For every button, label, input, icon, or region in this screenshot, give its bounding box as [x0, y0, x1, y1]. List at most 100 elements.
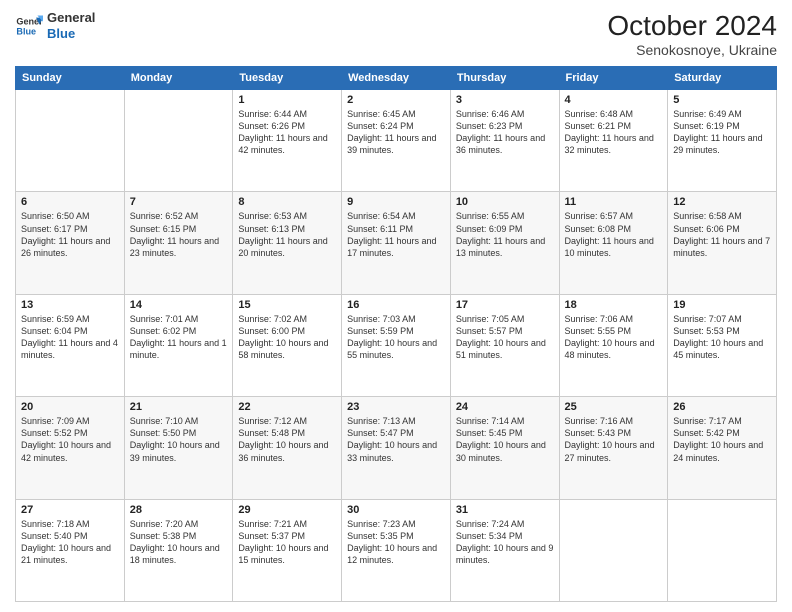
day-number: 9	[347, 196, 445, 208]
day-number: 20	[21, 401, 119, 413]
table-row: 10 Sunrise: 6:55 AM Sunset: 6:09 PM Dayli…	[450, 192, 559, 294]
table-row: 31 Sunrise: 7:24 AM Sunset: 5:34 PM Dayli…	[450, 499, 559, 601]
day-number: 27	[21, 504, 119, 516]
table-row: 21 Sunrise: 7:10 AM Sunset: 5:50 PM Dayli…	[124, 397, 233, 499]
calendar-week-0: 1Sunrise: 6:44 AM Sunset: 6:26 PM Daylig…	[16, 90, 777, 192]
day-number: 4	[565, 94, 663, 106]
table-row: 26Sunrise: 7:17 AM Sunset: 5:42 PM Dayli…	[668, 397, 777, 499]
day-number: 25	[565, 401, 663, 413]
day-info: Sunrise: 7:21 AM Sunset: 5:37 PM Dayligh…	[238, 518, 336, 567]
table-row	[124, 90, 233, 192]
day-number: 13	[21, 299, 119, 311]
table-row: 4Sunrise: 6:48 AM Sunset: 6:21 PM Daylig…	[559, 90, 668, 192]
header-monday: Monday	[124, 67, 233, 90]
day-info: Sunrise: 6:50 AM Sunset: 6:17 PM Dayligh…	[21, 210, 119, 259]
header-friday: Friday	[559, 67, 668, 90]
svg-text:Blue: Blue	[16, 26, 36, 36]
day-info: Sunrise: 7:24 AM Sunset: 5:34 PM Dayligh…	[456, 518, 554, 567]
calendar-week-1: 6 Sunrise: 6:50 AM Sunset: 6:17 PM Daylig…	[16, 192, 777, 294]
table-row: 23 Sunrise: 7:13 AM Sunset: 5:47 PM Dayli…	[342, 397, 451, 499]
day-info: Sunrise: 6:55 AM Sunset: 6:09 PM Dayligh…	[456, 210, 554, 259]
calendar-table: Sunday Monday Tuesday Wednesday Thursday…	[15, 66, 777, 602]
location-title: Senokosnoye, Ukraine	[607, 42, 777, 58]
table-row: 27 Sunrise: 7:18 AM Sunset: 5:40 PM Dayli…	[16, 499, 125, 601]
table-row: 2 Sunrise: 6:45 AM Sunset: 6:24 PM Daylig…	[342, 90, 451, 192]
table-row	[668, 499, 777, 601]
day-info: Sunrise: 7:05 AM Sunset: 5:57 PM Dayligh…	[456, 313, 554, 362]
day-info: Sunrise: 6:58 AM Sunset: 6:06 PM Dayligh…	[673, 210, 771, 259]
title-block: October 2024 Senokosnoye, Ukraine	[607, 10, 777, 58]
day-number: 31	[456, 504, 554, 516]
day-number: 6	[21, 196, 119, 208]
table-row: 22Sunrise: 7:12 AM Sunset: 5:48 PM Dayli…	[233, 397, 342, 499]
table-row	[16, 90, 125, 192]
day-info: Sunrise: 6:45 AM Sunset: 6:24 PM Dayligh…	[347, 108, 445, 157]
table-row: 18 Sunrise: 7:06 AM Sunset: 5:55 PM Dayli…	[559, 294, 668, 396]
month-title: October 2024	[607, 10, 777, 42]
header-wednesday: Wednesday	[342, 67, 451, 90]
day-number: 8	[238, 196, 336, 208]
day-info: Sunrise: 7:10 AM Sunset: 5:50 PM Dayligh…	[130, 415, 228, 464]
day-number: 18	[565, 299, 663, 311]
logo: General Blue GeneralBlue	[15, 10, 95, 41]
calendar-header-row: Sunday Monday Tuesday Wednesday Thursday…	[16, 67, 777, 90]
day-number: 10	[456, 196, 554, 208]
table-row: 14Sunrise: 7:01 AM Sunset: 6:02 PM Dayli…	[124, 294, 233, 396]
day-info: Sunrise: 7:07 AM Sunset: 5:53 PM Dayligh…	[673, 313, 771, 362]
table-row: 3 Sunrise: 6:46 AM Sunset: 6:23 PM Daylig…	[450, 90, 559, 192]
table-row: 12 Sunrise: 6:58 AM Sunset: 6:06 PM Dayli…	[668, 192, 777, 294]
day-info: Sunrise: 7:01 AM Sunset: 6:02 PM Dayligh…	[130, 313, 228, 362]
calendar-week-3: 20 Sunrise: 7:09 AM Sunset: 5:52 PM Dayli…	[16, 397, 777, 499]
header-saturday: Saturday	[668, 67, 777, 90]
day-info: Sunrise: 7:23 AM Sunset: 5:35 PM Dayligh…	[347, 518, 445, 567]
day-number: 2	[347, 94, 445, 106]
table-row: 1Sunrise: 6:44 AM Sunset: 6:26 PM Daylig…	[233, 90, 342, 192]
day-info: Sunrise: 7:16 AM Sunset: 5:43 PM Dayligh…	[565, 415, 663, 464]
table-row: 7 Sunrise: 6:52 AM Sunset: 6:15 PM Daylig…	[124, 192, 233, 294]
day-number: 3	[456, 94, 554, 106]
day-number: 7	[130, 196, 228, 208]
header-thursday: Thursday	[450, 67, 559, 90]
table-row: 28 Sunrise: 7:20 AM Sunset: 5:38 PM Dayli…	[124, 499, 233, 601]
table-row	[559, 499, 668, 601]
day-number: 24	[456, 401, 554, 413]
table-row: 16 Sunrise: 7:03 AM Sunset: 5:59 PM Dayli…	[342, 294, 451, 396]
day-number: 11	[565, 196, 663, 208]
table-row: 15Sunrise: 7:02 AM Sunset: 6:00 PM Dayli…	[233, 294, 342, 396]
day-number: 19	[673, 299, 771, 311]
day-info: Sunrise: 6:59 AM Sunset: 6:04 PM Dayligh…	[21, 313, 119, 362]
day-info: Sunrise: 7:09 AM Sunset: 5:52 PM Dayligh…	[21, 415, 119, 464]
table-row: 30 Sunrise: 7:23 AM Sunset: 5:35 PM Dayli…	[342, 499, 451, 601]
day-info: Sunrise: 7:18 AM Sunset: 5:40 PM Dayligh…	[21, 518, 119, 567]
day-info: Sunrise: 6:52 AM Sunset: 6:15 PM Dayligh…	[130, 210, 228, 259]
day-info: Sunrise: 7:17 AM Sunset: 5:42 PM Dayligh…	[673, 415, 771, 464]
table-row: 6 Sunrise: 6:50 AM Sunset: 6:17 PM Daylig…	[16, 192, 125, 294]
day-number: 12	[673, 196, 771, 208]
day-number: 30	[347, 504, 445, 516]
table-row: 5Sunrise: 6:49 AM Sunset: 6:19 PM Daylig…	[668, 90, 777, 192]
day-number: 16	[347, 299, 445, 311]
day-info: Sunrise: 6:54 AM Sunset: 6:11 PM Dayligh…	[347, 210, 445, 259]
calendar-week-2: 13 Sunrise: 6:59 AM Sunset: 6:04 PM Dayli…	[16, 294, 777, 396]
day-info: Sunrise: 6:44 AM Sunset: 6:26 PM Dayligh…	[238, 108, 336, 157]
table-row: 29 Sunrise: 7:21 AM Sunset: 5:37 PM Dayli…	[233, 499, 342, 601]
table-row: 24Sunrise: 7:14 AM Sunset: 5:45 PM Dayli…	[450, 397, 559, 499]
day-number: 23	[347, 401, 445, 413]
logo-text: GeneralBlue	[47, 10, 95, 41]
logo-icon: General Blue	[15, 12, 43, 40]
table-row: 19 Sunrise: 7:07 AM Sunset: 5:53 PM Dayli…	[668, 294, 777, 396]
table-row: 20 Sunrise: 7:09 AM Sunset: 5:52 PM Dayli…	[16, 397, 125, 499]
day-info: Sunrise: 6:57 AM Sunset: 6:08 PM Dayligh…	[565, 210, 663, 259]
day-number: 28	[130, 504, 228, 516]
day-number: 21	[130, 401, 228, 413]
table-row: 8 Sunrise: 6:53 AM Sunset: 6:13 PM Daylig…	[233, 192, 342, 294]
day-number: 29	[238, 504, 336, 516]
calendar-week-4: 27 Sunrise: 7:18 AM Sunset: 5:40 PM Dayli…	[16, 499, 777, 601]
day-info: Sunrise: 7:20 AM Sunset: 5:38 PM Dayligh…	[130, 518, 228, 567]
day-number: 15	[238, 299, 336, 311]
day-info: Sunrise: 7:06 AM Sunset: 5:55 PM Dayligh…	[565, 313, 663, 362]
day-info: Sunrise: 7:03 AM Sunset: 5:59 PM Dayligh…	[347, 313, 445, 362]
day-info: Sunrise: 6:53 AM Sunset: 6:13 PM Dayligh…	[238, 210, 336, 259]
day-info: Sunrise: 7:13 AM Sunset: 5:47 PM Dayligh…	[347, 415, 445, 464]
day-info: Sunrise: 6:46 AM Sunset: 6:23 PM Dayligh…	[456, 108, 554, 157]
